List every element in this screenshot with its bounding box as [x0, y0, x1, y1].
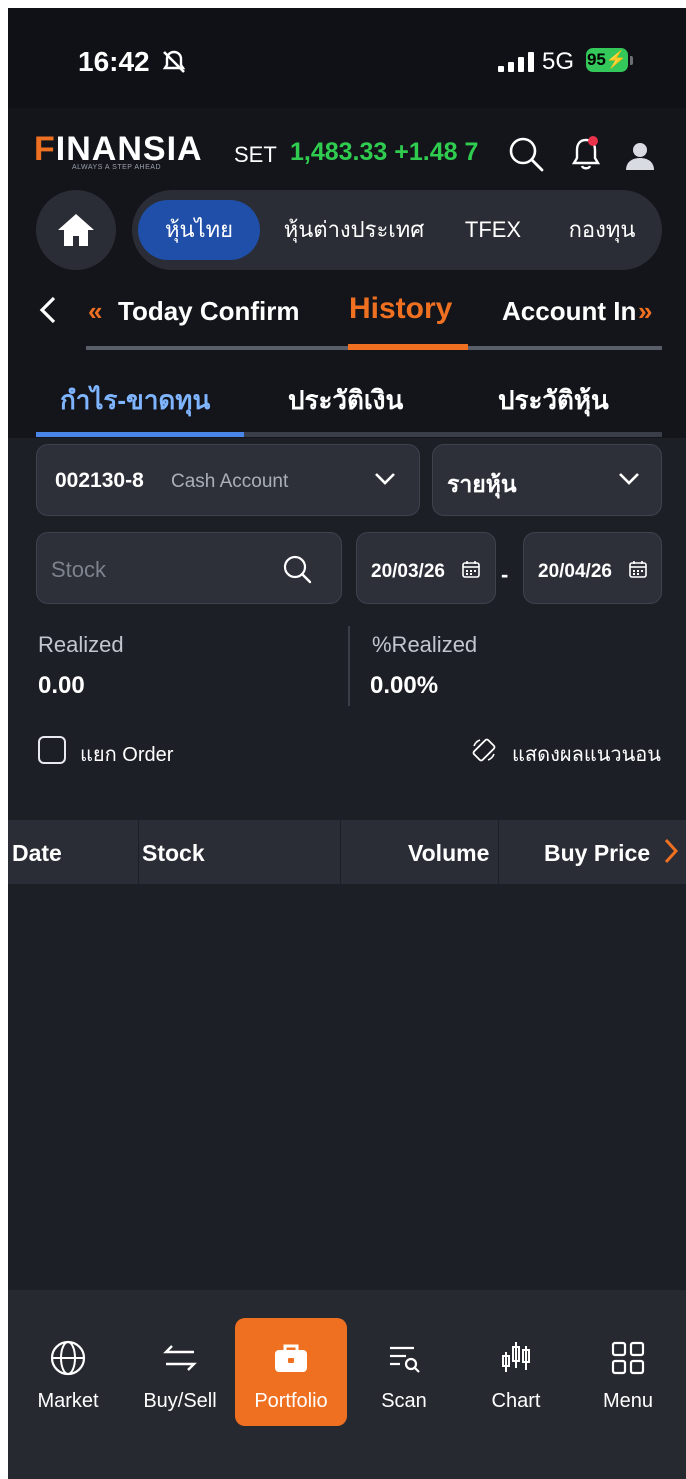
col-stock[interactable]: Stock: [142, 840, 205, 867]
pct-realized-label: %Realized: [372, 632, 478, 657]
date-from-field[interactable]: 20/03/26: [356, 532, 496, 604]
segment-funds[interactable]: กองทุน: [552, 200, 652, 260]
signal-icon: [498, 52, 534, 72]
nav-portfolio[interactable]: Portfolio: [235, 1318, 347, 1426]
col-divider: [138, 820, 139, 884]
split-order-checkbox[interactable]: [38, 736, 66, 764]
candlestick-icon: [502, 1342, 530, 1372]
date-to-field[interactable]: 20/04/26: [523, 532, 662, 604]
date-range-separator: -: [501, 562, 509, 587]
index-ticker[interactable]: 1,483.33 +1.48 7: [290, 138, 478, 167]
tab-active-underline: [36, 432, 244, 437]
notification-bell-icon[interactable]: [566, 134, 606, 174]
briefcase-icon: [275, 1344, 307, 1372]
nav-buy-sell[interactable]: Buy/Sell: [124, 1318, 236, 1426]
stock-search-input[interactable]: Stock: [36, 532, 342, 604]
tab-stock-history[interactable]: ประวัติหุ้น: [498, 380, 609, 421]
nav-market[interactable]: Market: [12, 1318, 124, 1426]
index-change: +1.48 7: [394, 138, 479, 166]
date-to-value: 20/04/26: [538, 561, 612, 582]
status-time: 16:42: [78, 46, 150, 77]
stock-search-placeholder: Stock: [51, 557, 107, 582]
nav-portfolio-label: Portfolio: [254, 1390, 328, 1412]
market-segment: หุ้นไทย หุ้นต่างประเทศ TFEX กองทุน: [132, 190, 662, 270]
index-value: 1,483.33: [290, 138, 388, 166]
realized-label: Realized: [38, 632, 124, 657]
subnav-account-info[interactable]: Account In: [502, 296, 638, 327]
view-mode-dropdown[interactable]: รายหุ้น: [432, 444, 662, 516]
segment-thai-stocks[interactable]: หุ้นไทย: [138, 200, 260, 260]
nav-buy-sell-label: Buy/Sell: [143, 1390, 217, 1412]
calendar-icon: [462, 561, 480, 578]
view-mode-value: รายหุ้น: [447, 471, 517, 497]
nav-menu-label: Menu: [602, 1390, 654, 1412]
nav-menu[interactable]: Menu: [572, 1318, 684, 1426]
calendar-icon: [629, 561, 647, 578]
battery-indicator: 95⚡: [586, 48, 628, 72]
back-chevron-icon[interactable]: [38, 294, 58, 326]
battery-nub: [630, 56, 633, 65]
status-bar: 16:42 5G 95⚡: [8, 8, 686, 108]
rotate-screen-icon[interactable]: [470, 736, 498, 764]
nav-chart-label: Chart: [491, 1390, 541, 1412]
segment-foreign-stocks[interactable]: หุ้นต่างประเทศ: [272, 200, 436, 260]
search-icon: [283, 555, 312, 584]
portfolio-subnav: « Today Confirm History Account In »: [8, 288, 686, 352]
landscape-view-toggle[interactable]: แสดงผลแนวนอน: [512, 738, 661, 770]
scan-list-icon: [390, 1346, 420, 1373]
battery-level: 95: [586, 50, 606, 69]
col-date[interactable]: Date: [12, 840, 62, 867]
subnav-history[interactable]: History: [349, 292, 452, 326]
col-divider: [340, 820, 341, 884]
search-icon[interactable]: [506, 134, 546, 174]
account-type: Cash Account: [171, 471, 289, 492]
col-volume[interactable]: Volume: [408, 840, 489, 867]
table-body-empty: [8, 884, 686, 1288]
pct-realized-value: 0.00%: [370, 672, 439, 699]
account-dropdown[interactable]: 002130-8 Cash Account: [36, 444, 420, 516]
subnav-today-confirm[interactable]: Today Confirm: [118, 296, 300, 327]
subnav-next-arrow[interactable]: »: [638, 296, 652, 327]
nav-market-label: Market: [37, 1390, 99, 1412]
swap-arrows-icon: [163, 1345, 197, 1371]
col-divider: [498, 820, 499, 884]
globe-icon: [50, 1340, 86, 1376]
tab-profit-loss[interactable]: กำไร-ขาดทุน: [60, 380, 210, 421]
subnav-prev-arrow[interactable]: «: [88, 296, 102, 327]
network-type: 5G: [542, 48, 575, 75]
silent-bell-icon: [162, 50, 186, 73]
subnav-active-indicator: [348, 344, 468, 350]
realized-value: 0.00: [38, 672, 85, 699]
chevron-down-icon: [375, 473, 395, 485]
table-header: Date Stock Volume Buy Price: [8, 820, 686, 884]
bottom-nav: Market Buy/Sell Portfolio Scan Chart Men…: [8, 1290, 686, 1479]
col-buy-price[interactable]: Buy Price: [544, 840, 650, 867]
brand-tagline: ALWAYS A STEP AHEAD: [72, 164, 161, 171]
app-screen: 16:42 5G 95⚡ FINANSIA ALWAYS A STEP AHEA…: [8, 8, 686, 1479]
home-button[interactable]: [36, 190, 116, 270]
chevron-right-icon[interactable]: [662, 836, 680, 866]
history-tabs: กำไร-ขาดทุน ประวัติเงิน ประวัติหุ้น: [8, 358, 686, 438]
home-icon: [58, 214, 94, 246]
tab-cash-history[interactable]: ประวัติเงิน: [288, 380, 403, 421]
brand-name: INANSIA: [55, 130, 203, 168]
chevron-down-icon: [619, 473, 639, 485]
date-from-value: 20/03/26: [371, 561, 445, 582]
stats-divider: [348, 626, 350, 706]
segment-tfex[interactable]: TFEX: [448, 200, 538, 260]
nav-scan[interactable]: Scan: [348, 1318, 460, 1426]
profile-icon[interactable]: [620, 134, 660, 174]
nav-scan-label: Scan: [381, 1390, 427, 1412]
grid-menu-icon: [611, 1341, 645, 1375]
split-order-label[interactable]: แยก Order: [80, 738, 173, 770]
account-number: 002130-8: [55, 469, 144, 492]
nav-chart[interactable]: Chart: [460, 1318, 572, 1426]
index-label: SET: [234, 142, 277, 167]
